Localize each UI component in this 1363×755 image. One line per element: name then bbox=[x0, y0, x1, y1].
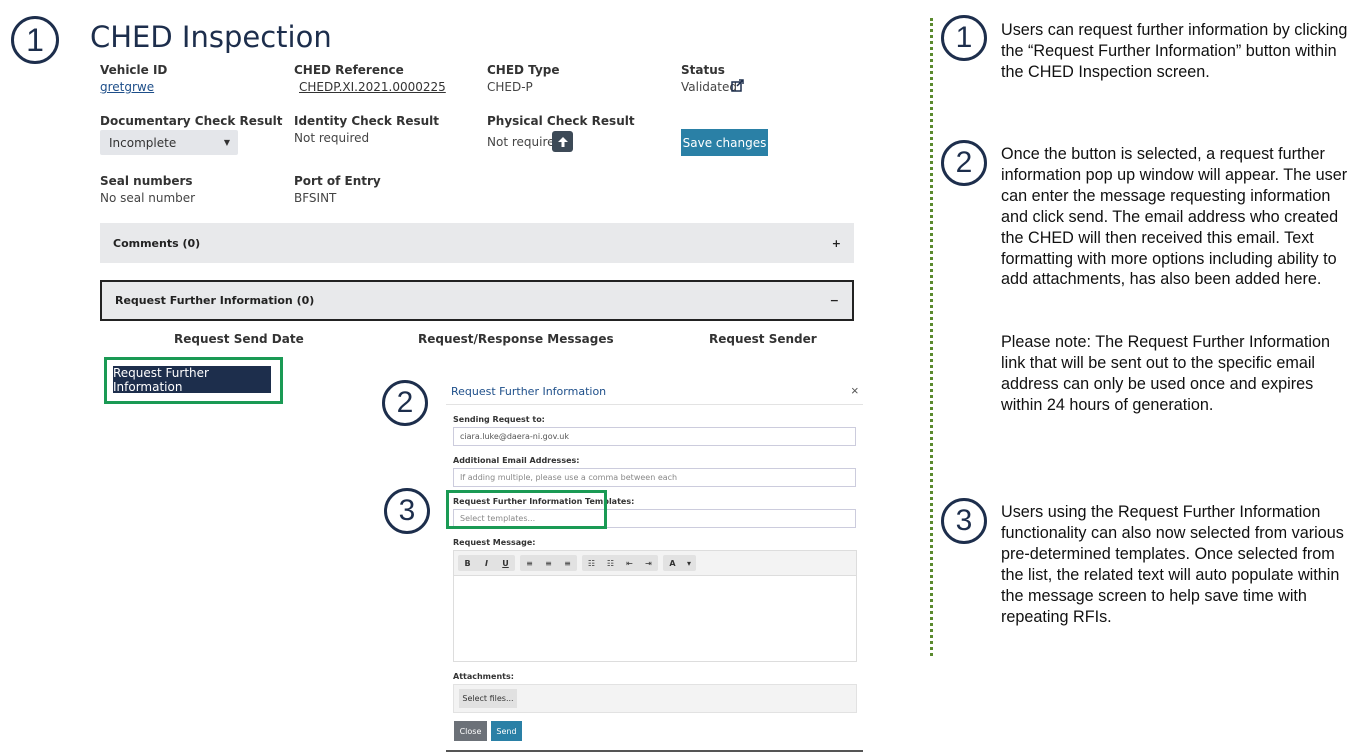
seal-numbers-label: Seal numbers bbox=[100, 174, 193, 188]
identity-check-value: Not required bbox=[294, 131, 370, 145]
modal-header-divider bbox=[446, 404, 863, 405]
ched-type-label: CHED Type bbox=[487, 63, 560, 77]
expand-icon: + bbox=[831, 236, 841, 250]
bold-button[interactable]: B bbox=[458, 555, 477, 571]
bulleted-list-icon[interactable]: ☷ bbox=[582, 555, 601, 571]
modal-close-button[interactable]: Close bbox=[454, 721, 487, 741]
underline-button[interactable]: U bbox=[496, 555, 515, 571]
note-marker-2: 2 bbox=[941, 140, 987, 186]
note-marker-1: 1 bbox=[941, 15, 987, 61]
column-header-messages: Request/Response Messages bbox=[418, 332, 614, 346]
seal-numbers-value: No seal number bbox=[100, 191, 196, 205]
step-marker-1: 1 bbox=[11, 16, 59, 64]
note-2: Once the button is selected, a request f… bbox=[1001, 145, 1348, 289]
select-files-button[interactable]: Select files... bbox=[459, 689, 517, 708]
save-changes-button[interactable]: Save changes bbox=[681, 129, 768, 156]
upload-button[interactable] bbox=[552, 131, 573, 152]
request-message-label: Request Message: bbox=[453, 538, 536, 547]
align-left-icon[interactable]: ≡ bbox=[520, 555, 539, 571]
rfi-panel[interactable]: Request Further Information (0) − bbox=[100, 280, 854, 321]
collapse-icon: − bbox=[829, 294, 839, 307]
rfi-panel-title: Request Further Information (0) bbox=[115, 294, 315, 307]
format-group: B I U bbox=[458, 555, 515, 571]
note-1: Users can request further information by… bbox=[1001, 21, 1348, 81]
column-header-sender: Request Sender bbox=[709, 332, 817, 346]
message-editor[interactable] bbox=[453, 576, 857, 662]
arrow-up-icon bbox=[557, 136, 568, 147]
note-3: Users using the Request Further Informat… bbox=[1001, 503, 1344, 626]
note-2-please-note: Please note: The Request Further Informa… bbox=[1001, 333, 1331, 414]
list-group: ☷ ☷ ⇤ ⇥ bbox=[582, 555, 658, 571]
outdent-icon[interactable]: ⇤ bbox=[620, 555, 639, 571]
modal-title: Request Further Information bbox=[451, 385, 607, 398]
dotted-divider bbox=[930, 18, 933, 656]
request-further-information-button[interactable]: Request Further Information bbox=[113, 366, 271, 394]
documentary-check-select[interactable]: Incomplete ▼ bbox=[100, 130, 238, 155]
step-marker-2: 2 bbox=[382, 380, 428, 426]
align-group: ≡ ≡ ≡ bbox=[520, 555, 577, 571]
indent-icon[interactable]: ⇥ bbox=[639, 555, 658, 571]
physical-check-label: Physical Check Result bbox=[487, 114, 635, 128]
attachments-label: Attachments: bbox=[453, 672, 514, 681]
additional-emails-input[interactable]: If adding multiple, please use a comma b… bbox=[453, 468, 856, 487]
note-marker-3: 3 bbox=[941, 498, 987, 544]
ched-reference-label: CHED Reference bbox=[294, 63, 404, 77]
comments-panel[interactable]: Comments (0) + bbox=[100, 223, 854, 263]
editor-toolbar: B I U ≡ ≡ ≡ ☷ ☷ ⇤ ⇥ A ▾ bbox=[453, 550, 857, 576]
text-color-icon[interactable]: A bbox=[663, 555, 682, 571]
status-label: Status bbox=[681, 63, 725, 77]
numbered-list-icon[interactable]: ☷ bbox=[601, 555, 620, 571]
color-group: A ▾ bbox=[663, 555, 696, 571]
column-header-send-date: Request Send Date bbox=[174, 332, 304, 346]
close-icon[interactable]: × bbox=[851, 383, 859, 398]
ched-type-value: CHED-P bbox=[487, 80, 533, 94]
additional-emails-label: Additional Email Addresses: bbox=[453, 456, 580, 465]
status-value: Validated bbox=[681, 80, 737, 94]
port-of-entry-value: BFSINT bbox=[294, 191, 337, 205]
port-of-entry-label: Port of Entry bbox=[294, 174, 381, 188]
page-title: CHED Inspection bbox=[90, 20, 332, 54]
physical-check-value: Not required bbox=[487, 135, 563, 149]
vehicle-id-link[interactable]: gretgrwe bbox=[100, 80, 154, 94]
identity-check-label: Identity Check Result bbox=[294, 114, 439, 128]
italic-button[interactable]: I bbox=[477, 555, 496, 571]
align-right-icon[interactable]: ≡ bbox=[558, 555, 577, 571]
chevron-down-icon[interactable]: ▾ bbox=[682, 555, 696, 571]
align-center-icon[interactable]: ≡ bbox=[539, 555, 558, 571]
vehicle-id-label: Vehicle ID bbox=[100, 63, 168, 77]
ched-reference-link[interactable]: CHEDP.XI.2021.0000225 bbox=[299, 80, 446, 94]
external-link-icon[interactable] bbox=[731, 79, 744, 92]
templates-highlight bbox=[446, 490, 607, 529]
sending-request-field[interactable]: ciara.luke@daera-ni.gov.uk bbox=[453, 427, 856, 446]
modal-send-button[interactable]: Send bbox=[491, 721, 522, 741]
caret-down-icon: ▼ bbox=[223, 138, 230, 147]
comments-panel-title: Comments (0) bbox=[113, 236, 201, 250]
documentary-check-label: Documentary Check Result bbox=[100, 114, 283, 128]
step-marker-3: 3 bbox=[384, 488, 430, 534]
documentary-check-value: Incomplete bbox=[109, 136, 177, 150]
sending-request-label: Sending Request to: bbox=[453, 415, 545, 424]
